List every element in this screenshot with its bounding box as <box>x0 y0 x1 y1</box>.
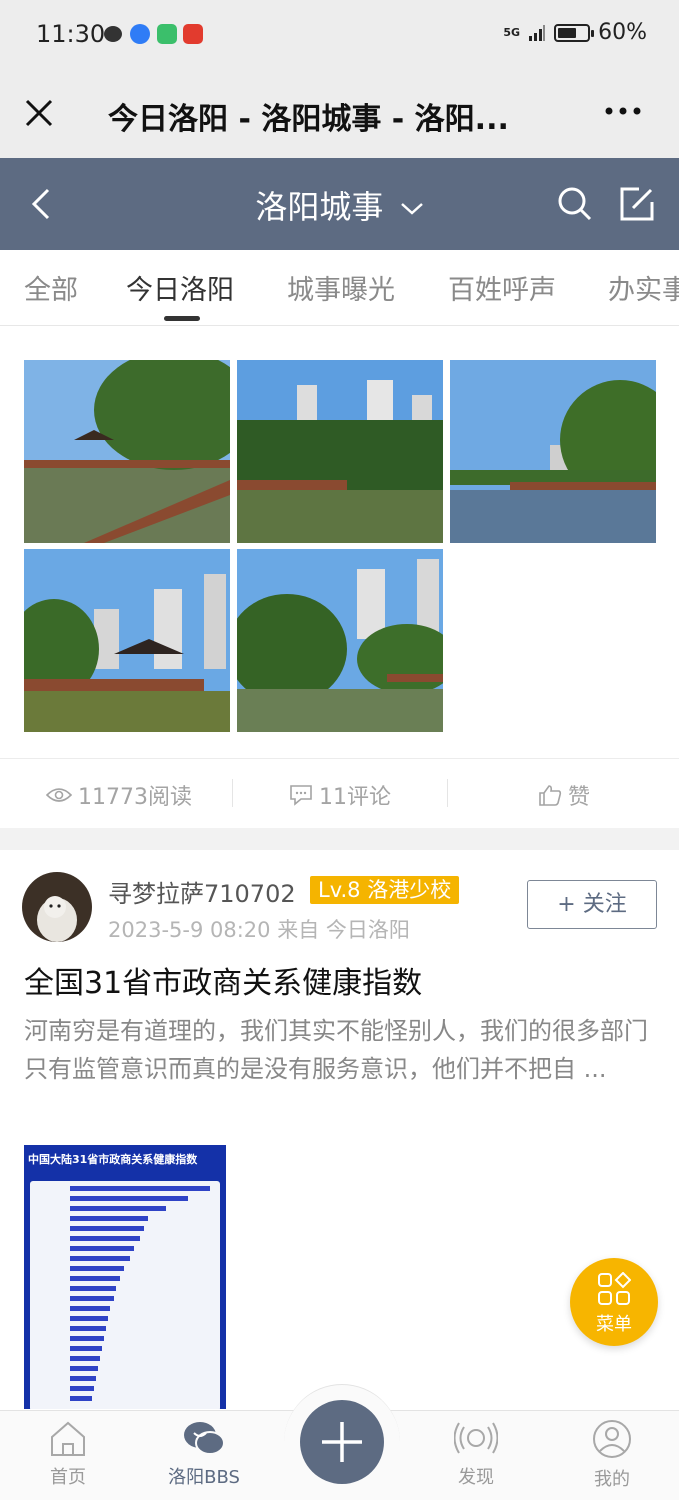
thumbs-up-icon <box>539 785 562 806</box>
level-badge: Lv.8 洛港少校 <box>310 876 460 904</box>
nav-discover[interactable]: 发现 <box>426 1419 526 1489</box>
compose-icon[interactable] <box>619 186 655 222</box>
comments-count: 11评论 <box>319 785 391 810</box>
chat-icon <box>184 1422 225 1455</box>
username[interactable]: 寻梦拉萨710702 <box>108 874 296 909</box>
menu-fab-label: 菜单 <box>596 1314 632 1335</box>
app-notification-icon-3 <box>183 24 203 44</box>
post-photo-1[interactable] <box>24 360 230 543</box>
views-count: 11773阅读 <box>78 785 192 810</box>
nav-bbs[interactable]: 洛阳BBS <box>154 1419 254 1489</box>
tab-practical-matters[interactable]: 办实事 <box>608 268 679 307</box>
post-photo-3[interactable] <box>450 360 656 543</box>
infographic-panel <box>30 1181 220 1409</box>
forum-header: 洛阳城事 <box>0 158 679 250</box>
like-stat[interactable]: 赞 <box>538 779 590 811</box>
nav-profile[interactable]: 我的 <box>562 1419 662 1491</box>
post-photo-5[interactable] <box>237 549 443 732</box>
nav-bbs-label: 洛阳BBS <box>168 1467 240 1488</box>
post-meta: 2023-5-9 08:20 来自 今日洛阳 <box>108 918 410 942</box>
category-tabs: 全部 今日洛阳 城事曝光 百姓呼声 办实事 <box>0 250 679 326</box>
post-photo-2[interactable] <box>237 360 443 543</box>
network-label: 5G <box>503 26 521 39</box>
divider <box>232 779 233 807</box>
more-icon[interactable] <box>603 96 643 126</box>
nav-home[interactable]: 首页 <box>18 1419 118 1489</box>
nav-profile-label: 我的 <box>594 1469 630 1490</box>
profile-icon <box>593 1420 631 1458</box>
close-icon[interactable] <box>22 96 56 130</box>
eye-icon <box>46 788 72 802</box>
status-bar: 11:30 5G 60% <box>0 0 679 68</box>
broadcast-icon <box>454 1422 498 1454</box>
post-stats: 11773阅读 11评论 赞 <box>0 758 679 828</box>
plus-icon <box>322 1422 362 1462</box>
avatar[interactable] <box>22 872 92 942</box>
app-notification-icon-2 <box>157 24 177 44</box>
tab-all[interactable]: 全部 <box>24 268 78 307</box>
divider <box>447 779 448 807</box>
nav-discover-label: 发现 <box>458 1467 494 1488</box>
status-right: 5G 60% <box>503 20 647 45</box>
comments-stat[interactable]: 11评论 <box>289 779 391 811</box>
app-notification-icon <box>130 24 150 44</box>
comment-icon <box>290 785 312 806</box>
post-title[interactable]: 全国31省市政商关系健康指数 <box>24 958 422 1002</box>
chevron-down-icon <box>400 203 423 215</box>
tab-today-luoyang[interactable]: 今日洛阳 <box>126 268 234 307</box>
post-separator <box>0 828 679 850</box>
search-icon[interactable] <box>557 186 593 222</box>
browser-titlebar: 今日洛阳 - 洛阳城事 - 洛阳... <box>0 68 679 158</box>
follow-button[interactable]: + 关注 <box>527 880 657 929</box>
signal-icon <box>529 24 546 41</box>
nav-home-label: 首页 <box>50 1467 86 1488</box>
tab-public-voice[interactable]: 百姓呼声 <box>448 268 556 307</box>
page-title: 今日洛阳 - 洛阳城事 - 洛阳... <box>108 102 509 137</box>
home-icon <box>51 1421 85 1456</box>
post-image-infographic[interactable]: 中国大陆31省市政商关系健康指数 <box>24 1145 226 1409</box>
battery-percent: 60% <box>598 20 647 45</box>
views-stat: 11773阅读 <box>46 779 192 811</box>
forum-title: 洛阳城事 <box>255 188 384 226</box>
post-photo-4[interactable] <box>24 549 230 732</box>
tab-city-exposure[interactable]: 城事曝光 <box>287 268 395 307</box>
like-label: 赞 <box>568 785 591 810</box>
post-excerpt[interactable]: 河南穷是有道理的，我们其实不能怪别人，我们的很多部门只有监管意识而真的是没有服务… <box>24 1012 654 1088</box>
new-post-button[interactable] <box>300 1400 384 1484</box>
chat-notification-icon <box>104 26 122 42</box>
infographic-title: 中国大陆31省市政商关系健康指数 <box>28 1153 198 1166</box>
active-tab-indicator <box>164 316 200 321</box>
status-time: 11:30 <box>36 20 106 48</box>
menu-fab-button[interactable]: 菜单 <box>570 1258 658 1346</box>
grid-icon <box>598 1272 631 1305</box>
battery-icon <box>554 23 595 42</box>
